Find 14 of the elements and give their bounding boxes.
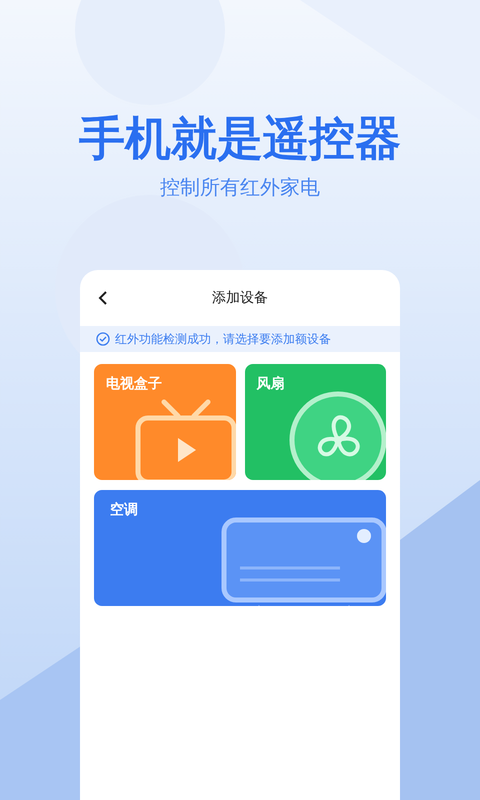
device-label: 空调 — [110, 500, 138, 520]
device-tile[interactable]: 空调 — [94, 490, 386, 606]
device-tile[interactable]: 电视盒子 — [94, 364, 236, 480]
device-label: 电视盒子 — [106, 375, 162, 394]
notice-text: 红外功能检测成功，请选择要添加额设备 — [115, 331, 331, 348]
device-label: 风扇 — [256, 374, 284, 394]
tv-icon — [134, 398, 236, 480]
headline: 手机就是遥控器 — [79, 110, 401, 166]
back-icon[interactable] — [98, 290, 108, 306]
air-conditioner-icon — [220, 516, 386, 606]
device-tile[interactable]: 风扇 — [244, 364, 386, 480]
check-circle-icon — [96, 332, 110, 346]
subheadline: 控制所有红外家电 — [160, 174, 320, 201]
screen-title: 添加设备 — [212, 288, 268, 308]
